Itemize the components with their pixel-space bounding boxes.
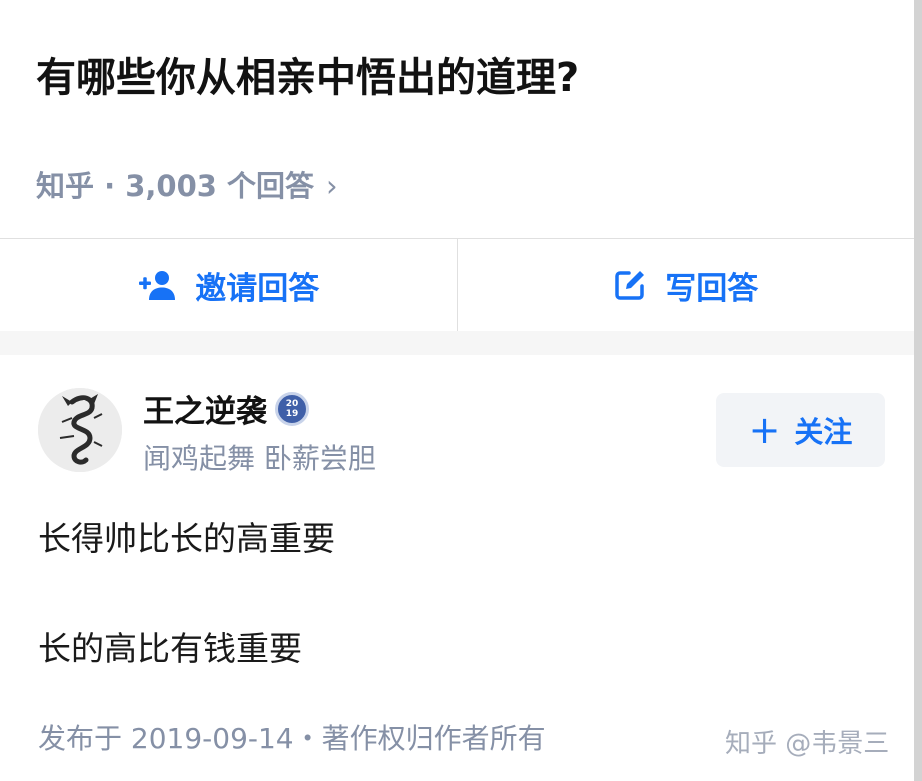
add-person-icon: [139, 271, 176, 300]
dragon-avatar: [38, 388, 122, 472]
answer-paragraph-1: 长得帅比长的高重要: [38, 519, 335, 558]
achievement-badge-icon: 20 19: [275, 391, 309, 426]
author-name-row[interactable]: 王之逆袭 20 19: [143, 386, 309, 431]
write-answer-button[interactable]: 写回答: [456, 239, 915, 331]
watermark: 知乎 @韦景三: [725, 729, 890, 759]
answer-footer: 发布于 2019-09-14・著作权归作者所有: [38, 722, 546, 755]
author-name: 王之逆袭: [143, 394, 267, 430]
write-answer-label: 写回答: [665, 270, 759, 307]
author-bio: 闻鸡起舞 卧薪尝胆: [143, 442, 376, 475]
badge-year-bottom: 19: [285, 408, 299, 419]
right-edge-bar: [914, 0, 922, 781]
answer-count: 知乎 · 3,003 个回答: [36, 169, 315, 203]
plus-icon: +: [748, 408, 781, 452]
question-meta[interactable]: 知乎 · 3,003 个回答 ›: [36, 164, 338, 208]
section-divider: [0, 331, 914, 355]
invite-answer-label: 邀请回答: [195, 270, 320, 307]
chevron-right-icon: ›: [326, 169, 338, 203]
author-avatar[interactable]: [38, 388, 122, 472]
question-title[interactable]: 有哪些你从相亲中悟出的道理?: [36, 50, 579, 106]
follow-button[interactable]: + 关注: [716, 393, 885, 467]
action-bar: 邀请回答 写回答: [0, 238, 914, 331]
answer-paragraph-2: 长的高比有钱重要: [38, 629, 302, 668]
follow-label: 关注: [794, 415, 853, 449]
edit-icon: [615, 271, 645, 300]
badge-year-top: 20: [285, 398, 299, 409]
invite-answer-button[interactable]: 邀请回答: [0, 239, 457, 331]
